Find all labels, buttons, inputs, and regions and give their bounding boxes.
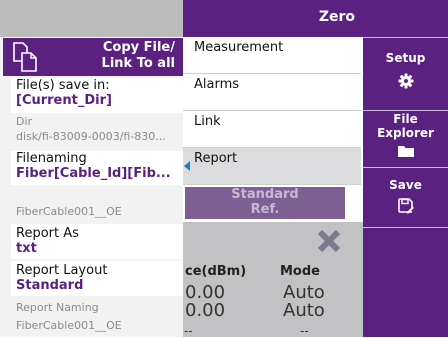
menu-item-report-label: Report [194,151,238,166]
close-icon[interactable] [316,228,342,254]
copy-files-icon [13,42,37,72]
filenaming-label: Filenaming [16,151,87,166]
filenaming-field[interactable]: Filenaming Fiber[Cable_Id][Fib... [11,151,183,185]
save-icon [397,198,414,214]
save-location-field[interactable]: File(s) save in: [Current_Dir] [11,78,183,113]
copy-label-line2: Link To all [101,56,175,71]
menu-item-measurement[interactable]: Measurement [183,37,361,74]
dir-label: Dir [16,115,33,128]
report-as-field[interactable]: Report As txt [11,224,183,259]
save-location-label: File(s) save in: [16,78,110,93]
zero-title: Zero [318,9,355,25]
menu-item-alarms[interactable]: Alarms [183,74,361,111]
selection-arrow-icon [184,161,190,171]
mode-dash: -- [300,324,309,338]
title-bar: Zero [183,0,363,37]
report-naming-value: FiberCable001__OE [16,319,122,332]
standard-ref-label-line2: Ref. [250,202,280,217]
left-panel-header [0,0,183,37]
dir-field: Dir disk/fi-83009-0003/fi-830... [11,115,183,149]
copy-file-label: Copy File/ Link To all [102,40,175,72]
report-layout-value: Standard [16,278,84,293]
setup-button[interactable]: Setup [363,37,448,110]
standard-ref-button[interactable]: Standard Ref. [185,186,345,219]
folder-icon [397,146,414,157]
file-explorer-label-line2: Explorer [377,126,434,140]
report-naming-field: Report Naming FiberCable001__OE [11,299,183,335]
report-layout-field[interactable]: Report Layout Standard [11,261,183,296]
menu-item-report[interactable]: Report [183,148,361,185]
power-value: 0.00 [185,300,226,321]
mode-value: Auto [283,300,325,321]
power-dash: -- [184,324,193,338]
standard-ref-label-line1: Standard [231,187,299,202]
file-explorer-button[interactable]: File Explorer [363,110,448,167]
filenaming-preview-value: FiberCable001__OE [16,205,122,218]
side-divider [363,227,448,228]
save-label: Save [389,178,422,192]
menu-item-link[interactable]: Link [183,111,361,148]
mode-column-header: Mode [280,264,320,279]
report-naming-label: Report Naming [16,301,99,314]
gear-icon [398,73,413,89]
dir-value: disk/fi-83009-0003/fi-830... [16,130,166,143]
copy-file-link-button[interactable]: Copy File/ Link To all [3,38,183,76]
copy-label-line1: Copy File/ [102,40,175,55]
report-layout-label: Report Layout [16,263,108,278]
report-as-label: Report As [16,226,79,241]
save-button[interactable]: Save [363,167,448,227]
filenaming-value: Fiber[Cable_Id][Fib... [16,166,171,181]
file-explorer-label-line1: File [393,112,418,126]
setup-label: Setup [385,51,426,65]
left-panel: Copy File/ Link To all File(s) save in: … [0,0,183,337]
power-column-header: ce(dBm) [185,264,247,279]
side-panel: Setup File Explorer Save [363,0,448,337]
filenaming-preview: FiberCable001__OE [11,204,183,222]
report-as-value: txt [16,241,37,256]
save-location-value: [Current_Dir] [16,93,112,108]
settings-menu: Measurement Alarms Link Report [183,37,363,187]
